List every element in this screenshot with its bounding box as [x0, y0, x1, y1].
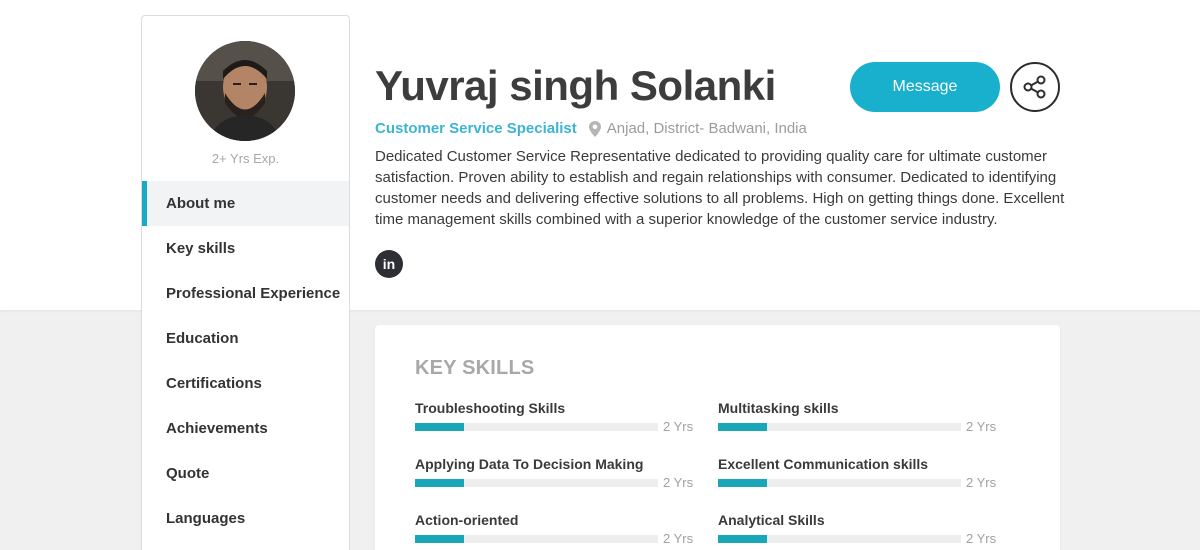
job-title: Customer Service Specialist: [375, 120, 577, 137]
key-skills-title: KEY SKILLS: [415, 357, 535, 379]
skill-name: Action-oriented: [415, 512, 519, 528]
skill-bar: [718, 535, 961, 543]
share-button[interactable]: [1010, 62, 1060, 112]
nav-item-quote[interactable]: Quote: [142, 451, 349, 496]
location-text: Anjad, District- Badwani, India: [606, 120, 807, 137]
nav-item-education[interactable]: Education: [142, 316, 349, 361]
linkedin-icon[interactable]: in: [375, 250, 403, 278]
experience-label: 2+ Yrs Exp.: [211, 151, 280, 166]
skill-years: 2 Yrs: [966, 475, 997, 490]
nav-item-professional-experience[interactable]: Professional Experience: [142, 271, 349, 316]
skill-years: 2 Yrs: [663, 475, 694, 490]
skill-bar: [718, 479, 961, 487]
nav-item-achievements[interactable]: Achievements: [142, 406, 349, 451]
nav-item-about-me[interactable]: About me: [142, 181, 349, 226]
skill-bar: [415, 479, 658, 487]
skill-item: Action-oriented 2 Yrs: [415, 512, 694, 550]
skill-years: 2 Yrs: [966, 419, 997, 434]
nav-item-languages[interactable]: Languages: [142, 496, 349, 541]
share-icon: [1023, 75, 1046, 99]
profile-name: Yuvraj singh Solanki: [375, 62, 776, 109]
skill-bar: [415, 423, 658, 431]
profile-subtitle: Customer Service Specialist Anjad, Distr…: [375, 120, 807, 137]
skill-item: Applying Data To Decision Making 2 Yrs: [415, 456, 694, 496]
skill-name: Analytical Skills: [718, 512, 825, 528]
avatar: [195, 41, 295, 141]
key-skills-card: KEY SKILLS Troubleshooting Skills 2 Yrs …: [375, 325, 1060, 550]
profile-sidebar: 2+ Yrs Exp. About me Key skills Professi…: [141, 15, 350, 550]
skill-item: Excellent Communication skills 2 Yrs: [718, 456, 997, 496]
sidebar-nav: About me Key skills Professional Experie…: [142, 181, 349, 541]
skill-item: Multitasking skills 2 Yrs: [718, 400, 997, 440]
nav-item-key-skills[interactable]: Key skills: [142, 226, 349, 271]
skill-item: Troubleshooting Skills 2 Yrs: [415, 400, 694, 440]
map-pin-icon: [588, 120, 601, 137]
skill-name: Excellent Communication skills: [718, 456, 929, 472]
skill-bar: [718, 423, 961, 431]
skill-item: Analytical Skills 2 Yrs: [718, 512, 997, 550]
profile-bio: Dedicated Customer Service Representativ…: [375, 148, 1065, 228]
skill-name: Multitasking skills: [718, 400, 839, 416]
skill-bar-fill: [718, 535, 767, 543]
nav-item-certifications[interactable]: Certifications: [142, 361, 349, 406]
skill-years: 2 Yrs: [966, 531, 997, 546]
skill-bar-fill: [718, 479, 767, 487]
avatar-photo: [195, 41, 295, 141]
skill-years: 2 Yrs: [663, 531, 694, 546]
skill-name: Applying Data To Decision Making: [415, 456, 644, 472]
skill-bar: [415, 535, 658, 543]
skill-bar-fill: [415, 479, 464, 487]
skill-bar-fill: [718, 423, 767, 431]
message-button[interactable]: Message: [850, 62, 1000, 112]
skill-bar-fill: [415, 535, 464, 543]
skill-bar-fill: [415, 423, 464, 431]
skill-name: Troubleshooting Skills: [415, 400, 566, 416]
skill-years: 2 Yrs: [663, 419, 694, 434]
